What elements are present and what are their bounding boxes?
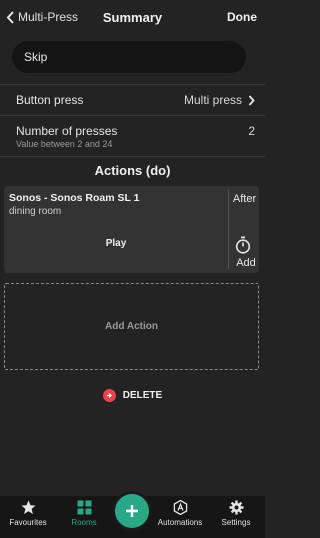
actions-section-title: Actions (do) — [94, 163, 171, 178]
tab-label: Automations — [157, 518, 203, 527]
tab-label: Favourites — [9, 518, 47, 527]
divider — [0, 156, 265, 157]
tab-rooms[interactable]: Rooms — [62, 496, 106, 538]
delete-button[interactable]: DELETE — [0, 389, 265, 402]
action-device-title: Sonos - Sonos Roam SL 1 — [9, 192, 140, 204]
presses-value[interactable]: 2 — [248, 124, 255, 138]
add-fab-button[interactable] — [112, 491, 152, 531]
done-button[interactable]: Done — [227, 10, 257, 24]
action-command: Play — [105, 238, 127, 249]
delete-icon — [102, 389, 116, 402]
chevron-right-icon — [248, 94, 255, 106]
plus-icon — [126, 505, 138, 517]
name-input[interactable] — [12, 41, 246, 73]
tab-label: Rooms — [71, 518, 97, 527]
action-card[interactable]: Sonos - Sonos Roam SL 1 dining room Play… — [4, 186, 259, 273]
divider — [0, 115, 265, 116]
chevron-left-icon — [6, 10, 14, 24]
action-room: dining room — [9, 206, 62, 217]
tab-automations[interactable]: Automations — [154, 496, 206, 538]
add-action-button[interactable]: Add Action — [4, 283, 259, 370]
star-icon — [21, 500, 35, 514]
tab-favourites[interactable]: Favourites — [3, 496, 53, 538]
tab-label: Settings — [221, 518, 251, 527]
delete-label: DELETE — [122, 390, 163, 401]
grid-icon — [77, 500, 91, 515]
automation-icon — [173, 500, 187, 515]
presses-hint: Value between 2 and 24 — [16, 139, 113, 149]
card-divider — [228, 190, 229, 269]
timer-icon[interactable] — [235, 236, 251, 254]
tab-settings[interactable]: Settings — [214, 496, 258, 538]
button-press-label: Button press — [16, 93, 84, 107]
header: Multi-Press Summary Done — [0, 0, 265, 36]
add-delay-button[interactable]: Add — [230, 257, 262, 269]
divider — [0, 84, 265, 85]
back-label: Multi-Press — [18, 10, 79, 24]
button-press-select[interactable]: Multi press — [184, 93, 255, 107]
gear-icon — [229, 500, 243, 515]
presses-label: Number of presses — [16, 124, 118, 138]
back-button[interactable]: Multi-Press — [6, 10, 78, 24]
after-label: After — [232, 193, 257, 205]
add-action-label: Add Action — [105, 321, 158, 332]
button-press-value: Multi press — [183, 93, 242, 107]
